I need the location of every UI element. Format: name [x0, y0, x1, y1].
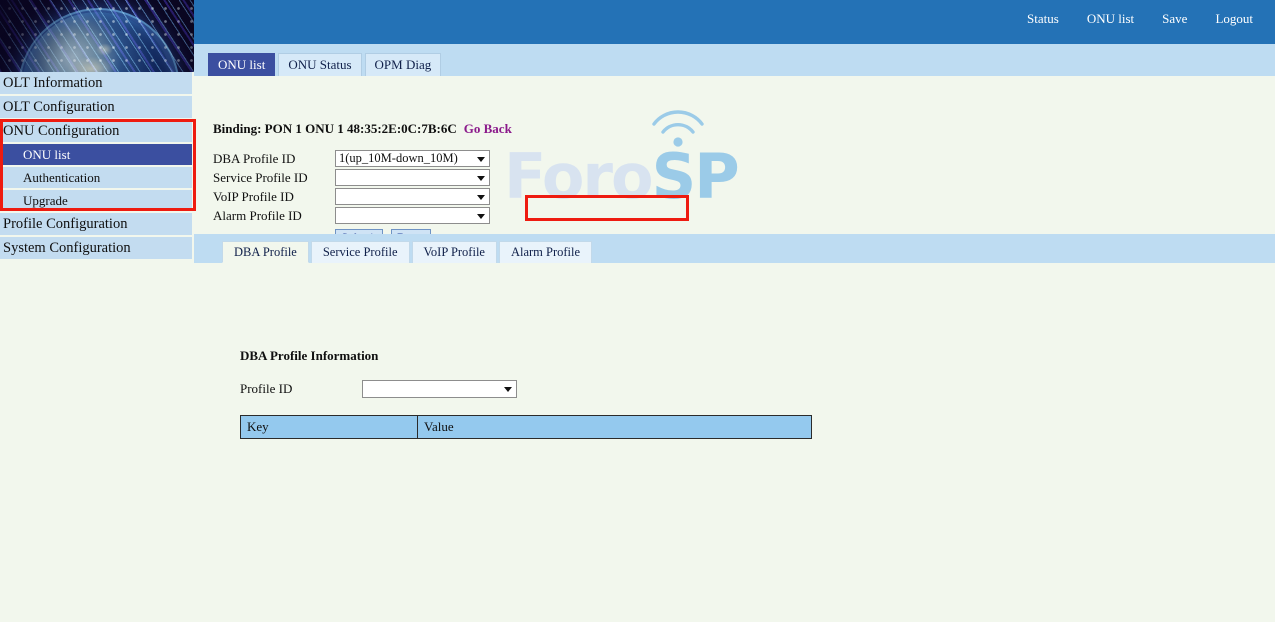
top-header-bar: Status ONU list Save Logout	[194, 0, 1275, 44]
chevron-down-icon	[477, 214, 485, 219]
profile-id-row: Profile ID	[240, 380, 517, 398]
subtab-voip-profile[interactable]: VoIP Profile	[412, 241, 497, 263]
tab-label: ONU Status	[288, 57, 351, 72]
chevron-down-icon	[477, 195, 485, 200]
sidebar-item-label: Profile Configuration	[3, 216, 127, 232]
watermark-text: ForoSP	[504, 146, 738, 208]
service-profile-label: Service Profile ID	[213, 170, 335, 186]
table-header-row: Key Value	[241, 416, 812, 439]
right-column: Status ONU list Save Logout ONU list ONU…	[194, 0, 1275, 622]
sidebar-item-label: ONU list	[23, 147, 70, 162]
profile-id-label: Profile ID	[240, 381, 362, 397]
sidebar-item-olt-information[interactable]: OLT Information	[0, 72, 192, 94]
tab-label: OPM Diag	[375, 57, 432, 72]
column-header-key: Key	[241, 416, 418, 439]
topbar-link-onu-list[interactable]: ONU list	[1073, 11, 1148, 27]
tab-label: ONU list	[218, 57, 265, 72]
foroisp-watermark: ForoSP	[504, 106, 794, 216]
topbar-link-logout[interactable]: Logout	[1201, 11, 1267, 27]
subtab-dba-profile[interactable]: DBA Profile	[222, 241, 309, 263]
sidebar-item-profile-configuration[interactable]: Profile Configuration	[0, 213, 192, 235]
binding-text: Binding: PON 1 ONU 1 48:35:2E:0C:7B:6C	[213, 121, 457, 136]
voip-profile-label: VoIP Profile ID	[213, 189, 335, 205]
main-tab-list: ONU list ONU Status OPM Diag	[208, 44, 1275, 76]
watermark-text-isp: SP	[652, 140, 738, 213]
form-row-alarm-profile: Alarm Profile ID	[213, 206, 490, 225]
sidebar-item-onu-list[interactable]: ONU list	[0, 144, 192, 165]
form-row-service-profile: Service Profile ID	[213, 168, 490, 187]
sidebar-item-label: System Configuration	[3, 240, 131, 256]
alarm-profile-label: Alarm Profile ID	[213, 208, 335, 224]
sidebar-item-label: Authentication	[23, 170, 100, 185]
sidebar-nav: OLT Information OLT Configuration ONU Co…	[0, 72, 194, 259]
chevron-down-icon	[504, 387, 512, 392]
application-window: OLT Information OLT Configuration ONU Co…	[0, 0, 1275, 622]
tab-onu-status[interactable]: ONU Status	[278, 53, 361, 76]
dba-profile-information-title: DBA Profile Information	[240, 348, 378, 364]
topbar-link-save[interactable]: Save	[1148, 11, 1201, 27]
content-area: ForoSP Binding: PON 1 ONU 1 48:35:2E:0C:…	[194, 76, 1275, 622]
subtab-label: DBA Profile	[234, 245, 297, 259]
form-row-voip-profile: VoIP Profile ID	[213, 187, 490, 206]
profile-sub-tab-strip: DBA Profile Service Profile VoIP Profile…	[194, 234, 1275, 263]
dba-profile-highlight-annotation	[525, 195, 689, 221]
sidebar-item-system-configuration[interactable]: System Configuration	[0, 237, 192, 259]
watermark-text-foro: Foro	[504, 140, 652, 213]
service-profile-select[interactable]	[335, 169, 490, 186]
go-back-link[interactable]: Go Back	[464, 121, 512, 136]
binding-info: Binding: PON 1 ONU 1 48:35:2E:0C:7B:6C Go…	[213, 121, 512, 137]
sidebar-item-label: OLT Configuration	[3, 99, 115, 115]
voip-profile-select[interactable]	[335, 188, 490, 205]
key-value-table: Key Value	[240, 415, 812, 439]
top-nav-links: Status ONU list Save Logout	[1013, 11, 1267, 27]
chevron-down-icon	[477, 176, 485, 181]
profile-id-select[interactable]	[362, 380, 517, 398]
subtab-alarm-profile[interactable]: Alarm Profile	[499, 241, 592, 263]
column-header-value: Value	[418, 416, 812, 439]
sidebar-item-onu-configuration[interactable]: ONU Configuration	[0, 120, 192, 142]
dba-profile-value: 1(up_10M-down_10M)	[339, 151, 458, 165]
subtab-label: VoIP Profile	[424, 245, 485, 259]
wifi-signal-icon	[650, 108, 706, 148]
tab-opm-diag[interactable]: OPM Diag	[365, 53, 442, 76]
dba-profile-label: DBA Profile ID	[213, 151, 335, 167]
main-tab-strip: ONU list ONU Status OPM Diag	[194, 44, 1275, 76]
alarm-profile-select[interactable]	[335, 207, 490, 224]
chevron-down-icon	[477, 157, 485, 162]
topbar-link-status[interactable]: Status	[1013, 11, 1073, 27]
sidebar-item-authentication[interactable]: Authentication	[0, 167, 192, 188]
table-header: Key Value	[241, 416, 812, 439]
sidebar-item-label: ONU Configuration	[3, 123, 119, 139]
fiber-globe-banner	[0, 0, 194, 72]
banner-vignette	[0, 0, 194, 72]
form-row-dba-profile: DBA Profile ID 1(up_10M-down_10M)	[213, 149, 490, 168]
sidebar-item-label: Upgrade	[23, 193, 68, 208]
left-column: OLT Information OLT Configuration ONU Co…	[0, 0, 194, 622]
dba-profile-select[interactable]: 1(up_10M-down_10M)	[335, 150, 490, 167]
subtab-label: Service Profile	[323, 245, 398, 259]
subtab-label: Alarm Profile	[511, 245, 580, 259]
sidebar-item-label: OLT Information	[3, 75, 102, 91]
sidebar-item-upgrade[interactable]: Upgrade	[0, 190, 192, 211]
sidebar-item-olt-configuration[interactable]: OLT Configuration	[0, 96, 192, 118]
tab-onu-list[interactable]: ONU list	[208, 53, 275, 76]
subtab-service-profile[interactable]: Service Profile	[311, 241, 410, 263]
profile-sub-tab-list: DBA Profile Service Profile VoIP Profile…	[222, 234, 1275, 263]
